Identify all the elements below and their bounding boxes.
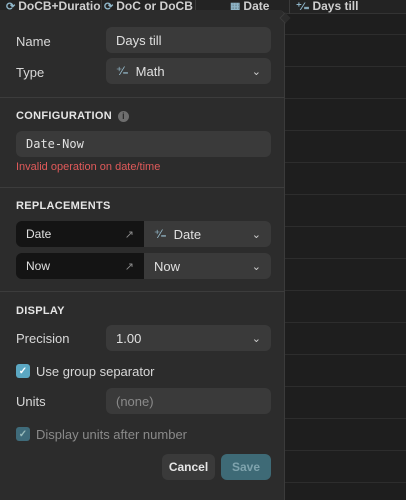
math-icon: ⁺⁄₌ bbox=[154, 227, 167, 241]
replacements-section-title: REPLACEMENTS bbox=[16, 200, 111, 212]
chevron-down-icon: ⌄ bbox=[251, 65, 261, 78]
math-icon: ⁺⁄₌ bbox=[116, 64, 129, 78]
column-config-dialog: Name Days till Type ⁺⁄₌ Math ⌄ CONFIGURA… bbox=[0, 10, 285, 500]
units-after-label: Display units after number bbox=[36, 426, 188, 442]
chevron-down-icon: ⌄ bbox=[251, 260, 261, 273]
units-input[interactable]: (none) bbox=[106, 388, 271, 414]
error-message: Invalid operation on date/time bbox=[16, 161, 161, 173]
units-after-row[interactable]: ✓ Display units after number bbox=[16, 425, 270, 443]
units-after-checkbox[interactable]: ✓ bbox=[16, 427, 30, 441]
precision-label: Precision bbox=[16, 330, 70, 346]
arrow-icon: ↗ bbox=[124, 260, 134, 273]
chevron-down-icon: ⌄ bbox=[251, 228, 261, 241]
replacement-name-now[interactable]: Now ↗ bbox=[16, 253, 144, 279]
units-label: Units bbox=[16, 393, 46, 409]
replacement-value-date[interactable]: ⁺⁄₌ Date ⌄ bbox=[144, 221, 271, 247]
table-grid bbox=[284, 14, 406, 500]
precision-select[interactable]: 1.00 ⌄ bbox=[106, 325, 271, 351]
name-input[interactable]: Days till bbox=[106, 27, 271, 53]
column-header-days-till[interactable]: ⁺⁄₌ Days till bbox=[296, 0, 406, 14]
chevron-down-icon: ⌄ bbox=[251, 332, 261, 345]
divider bbox=[0, 187, 285, 188]
group-separator-row[interactable]: ✓ Use group separator bbox=[16, 362, 270, 380]
save-button[interactable]: Save bbox=[221, 454, 271, 480]
type-select[interactable]: ⁺⁄₌ Math ⌄ bbox=[106, 58, 271, 84]
name-label: Name bbox=[16, 33, 51, 49]
formula-input[interactable]: Date-Now bbox=[16, 131, 271, 157]
divider bbox=[0, 97, 285, 98]
type-label: Type bbox=[16, 64, 45, 80]
group-separator-label: Use group separator bbox=[36, 363, 155, 379]
display-section-title: DISPLAY bbox=[16, 305, 65, 317]
replacement-value-now[interactable]: Now ⌄ bbox=[144, 253, 271, 279]
replacement-name-date[interactable]: Date ↗ bbox=[16, 221, 144, 247]
info-icon[interactable]: i bbox=[117, 110, 129, 122]
divider bbox=[0, 291, 285, 292]
math-icon: ⁺⁄₌ bbox=[296, 1, 310, 13]
arrow-icon: ↗ bbox=[124, 228, 134, 241]
group-separator-checkbox[interactable]: ✓ bbox=[16, 364, 30, 378]
cancel-button[interactable]: Cancel bbox=[162, 454, 215, 480]
configuration-section-title: CONFIGURATION i bbox=[16, 110, 129, 122]
